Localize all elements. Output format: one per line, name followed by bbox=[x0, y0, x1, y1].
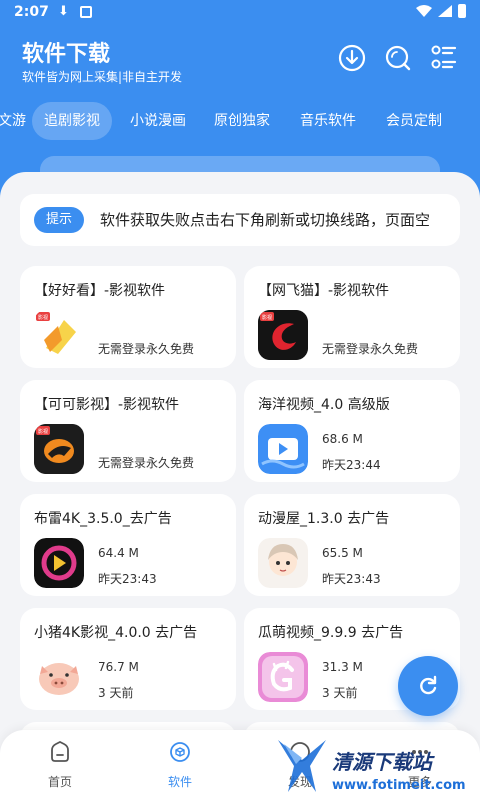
keke-icon: 影视 bbox=[34, 424, 84, 474]
refresh-icon bbox=[420, 675, 437, 695]
app-card-size: 65.5 M bbox=[322, 546, 363, 560]
app-card-date: 3 天前 bbox=[322, 686, 358, 700]
app-card-date: 昨天23:43 bbox=[322, 572, 381, 586]
nav-home-label: 首页 bbox=[47, 775, 72, 789]
app-card-size: 68.6 M bbox=[322, 432, 363, 446]
app-card-title: 布雷4K_3.5.0_去广告 bbox=[34, 511, 172, 527]
tab-zhuiju-yingshi[interactable]: 追剧影视 bbox=[32, 102, 112, 140]
category-tabs: 文游 追剧影视 小说漫画 原创独家 音乐软件 会员定制 bbox=[0, 102, 480, 140]
tab-yuanchuang-dujia[interactable]: 原创独家 bbox=[214, 102, 270, 140]
app-card-title: 小猪4K影视_4.0.0 去广告 bbox=[34, 625, 198, 641]
app-card-desc: 无需登录永久免费 bbox=[322, 342, 419, 356]
card-badge-text: 影视 bbox=[38, 428, 48, 435]
download-button[interactable] bbox=[336, 42, 368, 74]
list-button[interactable] bbox=[428, 42, 460, 74]
dongmanwu-icon bbox=[258, 538, 308, 588]
status-bar: 2:07 ⬇ bbox=[0, 0, 480, 26]
notice-text: 软件获取失败点击右下角刷新或切换线路，页面空 bbox=[100, 211, 431, 229]
app-card-date: 昨天23:43 bbox=[98, 572, 157, 586]
app-card[interactable]: 【好好看】-影视软件 影视 无需登录永久免费 bbox=[20, 266, 236, 368]
app-card-size: 31.3 M bbox=[322, 660, 363, 674]
nav-software[interactable]: 软件 bbox=[140, 740, 220, 790]
status-time: 2:07 bbox=[14, 4, 49, 20]
guameng-icon bbox=[258, 652, 308, 702]
tab-huiyuan-dingzhi[interactable]: 会员定制 bbox=[386, 102, 442, 140]
search-icon bbox=[385, 45, 411, 71]
app-card-desc: 无需登录永久免费 bbox=[98, 342, 195, 356]
app-card-title: 【可可影视】-影视软件 bbox=[34, 397, 180, 413]
app-card-title: 【好好看】-影视软件 bbox=[34, 283, 166, 299]
haiyang-icon bbox=[258, 424, 308, 474]
app-card-title: 瓜萌视频_9.9.9 去广告 bbox=[258, 625, 404, 641]
wifi-icon bbox=[416, 5, 432, 17]
app-card-title: 海洋视频_4.0 高级版 bbox=[258, 397, 390, 413]
watermark-url: www.fotimeit.com bbox=[332, 778, 466, 793]
app-card-date: 昨天23:44 bbox=[322, 458, 381, 472]
app-card-date: 3 天前 bbox=[98, 686, 134, 700]
card-badge-text: 影视 bbox=[38, 314, 48, 321]
app-card[interactable]: 【网飞猫】-影视软件 影视 无需登录永久免费 bbox=[244, 266, 460, 368]
wangfeimao-icon: 影视 bbox=[258, 310, 308, 360]
battery-icon bbox=[458, 4, 466, 18]
app-header: 软件下载 软件皆为网上采集|非自主开发 bbox=[0, 26, 480, 96]
bulei-icon bbox=[34, 538, 84, 588]
watermark-logo-icon bbox=[278, 740, 326, 792]
software-icon bbox=[170, 742, 190, 762]
search-button[interactable] bbox=[382, 42, 414, 74]
app-card[interactable]: 海洋视频_4.0 高级版 68.6 M 昨天23:44 bbox=[244, 380, 460, 482]
nav-software-label: 软件 bbox=[167, 775, 192, 789]
app-card-size: 76.7 M bbox=[98, 660, 139, 674]
notice-badge: 提示 bbox=[34, 207, 85, 233]
haohaokan-icon: 影视 bbox=[34, 310, 84, 360]
home-icon bbox=[51, 740, 69, 762]
app-card-desc: 无需登录永久免费 bbox=[98, 456, 195, 470]
page-title: 软件下载 bbox=[22, 42, 111, 67]
tab-yinyue-ruanjian[interactable]: 音乐软件 bbox=[300, 102, 356, 140]
app-card-title: 动漫屋_1.3.0 去广告 bbox=[258, 511, 390, 527]
app-card[interactable]: 【可可影视】-影视软件 影视 无需登录永久免费 bbox=[20, 380, 236, 482]
xiaozhu-icon bbox=[34, 652, 84, 702]
tab-wenyou[interactable]: 文游 bbox=[0, 102, 26, 140]
app-card-size: 64.4 M bbox=[98, 546, 139, 560]
download-status-icon: ⬇ bbox=[58, 4, 69, 19]
list-icon bbox=[431, 45, 457, 69]
nav-home[interactable]: 首页 bbox=[20, 740, 100, 790]
site-watermark: 清源下载站 www.fotimeit.com bbox=[272, 734, 472, 798]
tab-xiaoshuo-manhua[interactable]: 小说漫画 bbox=[130, 102, 186, 140]
refresh-button[interactable] bbox=[398, 656, 458, 716]
app-card-title: 【网飞猫】-影视软件 bbox=[258, 283, 390, 299]
card-badge-text: 影视 bbox=[262, 314, 272, 321]
notification-status-icon bbox=[80, 6, 92, 18]
app-card[interactable]: 小猪4K影视_4.0.0 去广告 76.7 M 3 天前 bbox=[20, 608, 236, 710]
app-card[interactable]: 动漫屋_1.3.0 去广告 65.5 M 昨天23:43 bbox=[244, 494, 460, 596]
watermark-title: 清源下载站 bbox=[332, 750, 432, 774]
notice-bar: 提示 软件获取失败点击右下角刷新或切换线路，页面空 bbox=[20, 194, 460, 246]
app-card[interactable]: 布雷4K_3.5.0_去广告 64.4 M 昨天23:43 bbox=[20, 494, 236, 596]
page-subtitle: 软件皆为网上采集|非自主开发 bbox=[22, 70, 183, 84]
download-icon bbox=[338, 44, 366, 72]
status-indicators bbox=[416, 4, 466, 18]
signal-icon bbox=[438, 5, 452, 17]
